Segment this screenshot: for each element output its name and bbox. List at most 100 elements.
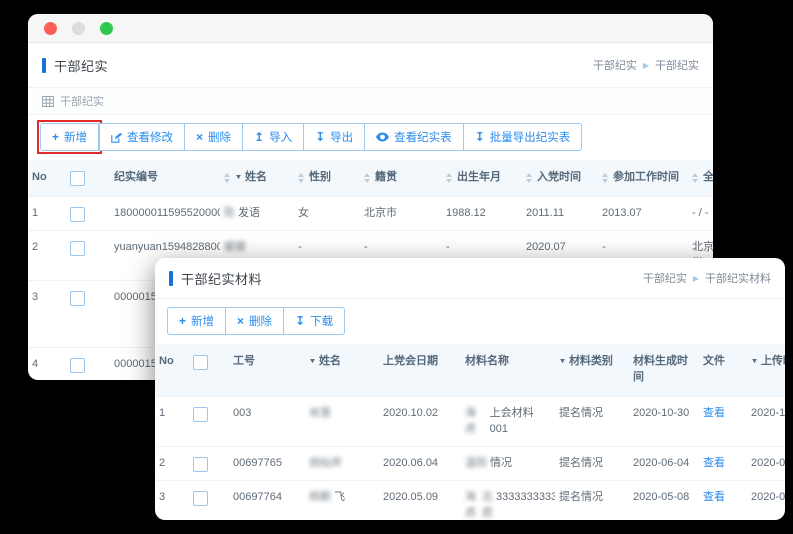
breadcrumb: 干部纪实 ▶ 干部纪实 <box>593 57 699 73</box>
column-header[interactable]: 籍贯 <box>360 160 442 196</box>
toolbar-button[interactable]: ↥导入 <box>242 123 304 151</box>
sort-icon[interactable] <box>602 173 608 183</box>
column-header[interactable]: 性别 <box>294 160 360 196</box>
sort-icon[interactable] <box>692 173 698 183</box>
view-file-link[interactable]: 查看 <box>703 406 725 422</box>
filter-icon[interactable]: ▼ <box>234 173 242 183</box>
row-select-cell <box>189 447 229 480</box>
sort-icon[interactable] <box>298 173 304 183</box>
sort-icon[interactable] <box>526 173 532 183</box>
column-header[interactable]: ▼姓名 <box>305 344 379 380</box>
filter-icon[interactable]: ▼ <box>308 357 316 367</box>
toolbar-button[interactable]: ↧批量导出纪实表 <box>463 123 583 151</box>
column-header[interactable]: ▼上传时间 <box>747 344 785 380</box>
column-header: 材料生成时间 <box>629 344 699 396</box>
select-all-checkbox[interactable] <box>193 355 208 370</box>
toolbar-button[interactable]: 查看修改 <box>99 123 185 151</box>
table-cell: 2020-06-04 <box>629 447 699 480</box>
breadcrumb: 干部纪实 ▶ 干部纪实材料 <box>643 270 771 286</box>
section-title: 干部纪实 <box>60 93 104 109</box>
breadcrumb-arrow-icon: ▶ <box>693 274 699 283</box>
edit-icon <box>111 132 122 143</box>
column-header-label: 全日制教育 <box>703 170 713 186</box>
title-accent-bar <box>42 58 46 73</box>
table-cell: 提名情况 <box>555 481 629 514</box>
row-select-cell <box>66 348 110 380</box>
column-header[interactable]: ▼姓名 <box>220 160 294 196</box>
column-header-label: 纪实编号 <box>114 170 158 186</box>
toolbar-button[interactable]: ↧下载 <box>283 307 345 335</box>
table-cell: 3 <box>155 481 189 514</box>
select-all-cell <box>66 160 110 196</box>
table-row: 200697765胡灿弃2020.06.04温阳情况提名情况2020-06-04… <box>155 446 785 480</box>
x-icon: × <box>237 315 244 327</box>
row-checkbox[interactable] <box>193 457 208 472</box>
table-cell: 2013.07 <box>598 197 688 230</box>
toolbar-button[interactable]: +新增 <box>167 307 226 335</box>
column-header-label: No <box>159 354 174 370</box>
row-select-cell <box>189 397 229 430</box>
breadcrumb-item[interactable]: 干部纪实 <box>643 270 687 286</box>
toolbar-button-label: 新增 <box>191 313 214 329</box>
column-header[interactable]: 参加工作时间 <box>598 160 688 196</box>
column-header[interactable]: ▼材料类别 <box>555 344 629 380</box>
view-file-link[interactable]: 查看 <box>703 456 725 472</box>
table-row: 1180000011595520000陈发语女北京市1988.122011.11… <box>28 196 713 230</box>
table-cell: 胡灿弃 <box>305 447 379 480</box>
column-header-label: 性别 <box>309 170 331 186</box>
toolbar: +新增×删除↧下载 <box>155 299 785 344</box>
column-header-label: 材料生成时间 <box>633 354 695 386</box>
sort-icon[interactable] <box>364 173 370 183</box>
column-header: 工号 <box>229 344 305 380</box>
toolbar-button[interactable]: ×删除 <box>225 307 284 335</box>
sort-icon[interactable] <box>446 173 452 183</box>
table-grid-icon <box>42 96 54 107</box>
minimize-window-button[interactable] <box>72 22 85 35</box>
row-checkbox[interactable] <box>193 407 208 422</box>
column-header[interactable]: 入党时间 <box>522 160 598 196</box>
column-header[interactable]: 出生年月 <box>442 160 522 196</box>
table-cell: 1 <box>28 197 66 230</box>
select-all-checkbox[interactable] <box>70 171 85 186</box>
row-checkbox[interactable] <box>70 241 85 256</box>
row-checkbox[interactable] <box>70 358 85 373</box>
window-titlebar <box>28 14 713 43</box>
filter-icon[interactable]: ▼ <box>750 357 758 367</box>
page-title: 干部纪实 <box>54 56 108 75</box>
column-header-label: 材料类别 <box>569 354 613 370</box>
table-cell: 003 <box>229 397 305 430</box>
toolbar-button[interactable]: 查看纪实表 <box>364 123 464 151</box>
column-header: 文件 <box>699 344 747 380</box>
sort-icon[interactable] <box>224 173 230 183</box>
row-checkbox[interactable] <box>70 207 85 222</box>
close-window-button[interactable] <box>44 22 57 35</box>
row-select-cell <box>66 281 110 314</box>
column-header[interactable]: 全日制教育 <box>688 160 713 196</box>
breadcrumb-item[interactable]: 干部纪实 <box>593 57 637 73</box>
toolbar-button[interactable]: +新增 <box>40 123 99 151</box>
x-icon: × <box>196 131 203 143</box>
toolbar-button[interactable]: ↧导出 <box>303 123 365 151</box>
row-checkbox[interactable] <box>70 291 85 306</box>
table-cell: 2 <box>28 231 66 264</box>
table-cell: 女 <box>294 197 360 230</box>
toolbar: +新增 查看修改 ×删除↥导入↧导出查看纪实表↧批量导出纪实表 <box>28 115 713 160</box>
table-cell: 00697764 <box>229 481 305 514</box>
row-checkbox[interactable] <box>193 491 208 506</box>
view-file-link[interactable]: 查看 <box>703 490 725 506</box>
toolbar-button-label: 查看修改 <box>127 129 173 145</box>
title-accent-bar <box>169 271 173 286</box>
file-cell: 查看 <box>699 481 747 514</box>
toolbar-button[interactable]: ×删除 <box>184 123 243 151</box>
window-cadre-record-materials: 干部纪实材料 干部纪实 ▶ 干部纪实材料 +新增×删除↧下载 No工号▼姓名上党… <box>155 258 785 520</box>
upload-icon: ↥ <box>254 131 264 143</box>
table-cell: 温阳情况 <box>461 447 555 480</box>
zoom-window-button[interactable] <box>100 22 113 35</box>
column-header: 材料名称 <box>461 344 555 380</box>
column-header-label: 出生年月 <box>457 170 501 186</box>
table-cell: 海虑志愿333333333333 <box>461 481 555 520</box>
table-cell: 2 <box>155 447 189 480</box>
row-select-cell <box>189 481 229 514</box>
table-cell: 2020.10.02 <box>379 397 461 430</box>
filter-icon[interactable]: ▼ <box>558 357 566 367</box>
